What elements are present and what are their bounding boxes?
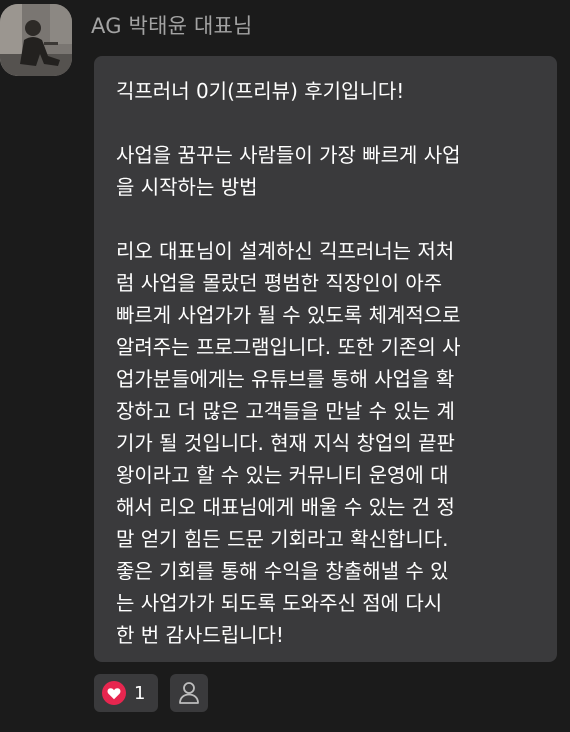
- message-paragraph: 사업을 꿈꾸는 사람들이 가장 빠르게 사업 을 시작하는 방법: [116, 143, 461, 199]
- like-count: 1: [134, 682, 146, 704]
- message-paragraph: 긱프러너 0기(프리뷰) 후기입니다!: [116, 79, 405, 103]
- message-bubble: 긱프러너 0기(프리뷰) 후기입니다! 사업을 꿈꾸는 사람들이 가장 빠르게 …: [94, 56, 557, 662]
- like-reaction-button[interactable]: 1: [94, 674, 158, 712]
- person-icon: [179, 682, 199, 704]
- reactors-button[interactable]: [170, 674, 208, 712]
- author-name[interactable]: AG 박태윤 대표님: [91, 10, 253, 40]
- avatar-photo: [0, 4, 72, 76]
- chat-message: AG 박태윤 대표님 긱프러너 0기(프리뷰) 후기입니다! 사업을 꿈꾸는 사…: [0, 0, 570, 732]
- message-paragraph: 리오 대표님이 설계하신 긱프러너는 저처 럼 사업을 몰랐던 평범한 직장인이…: [116, 239, 461, 647]
- heart-icon: [102, 681, 126, 705]
- author-avatar[interactable]: [0, 4, 72, 76]
- reaction-bar: 1: [94, 674, 208, 712]
